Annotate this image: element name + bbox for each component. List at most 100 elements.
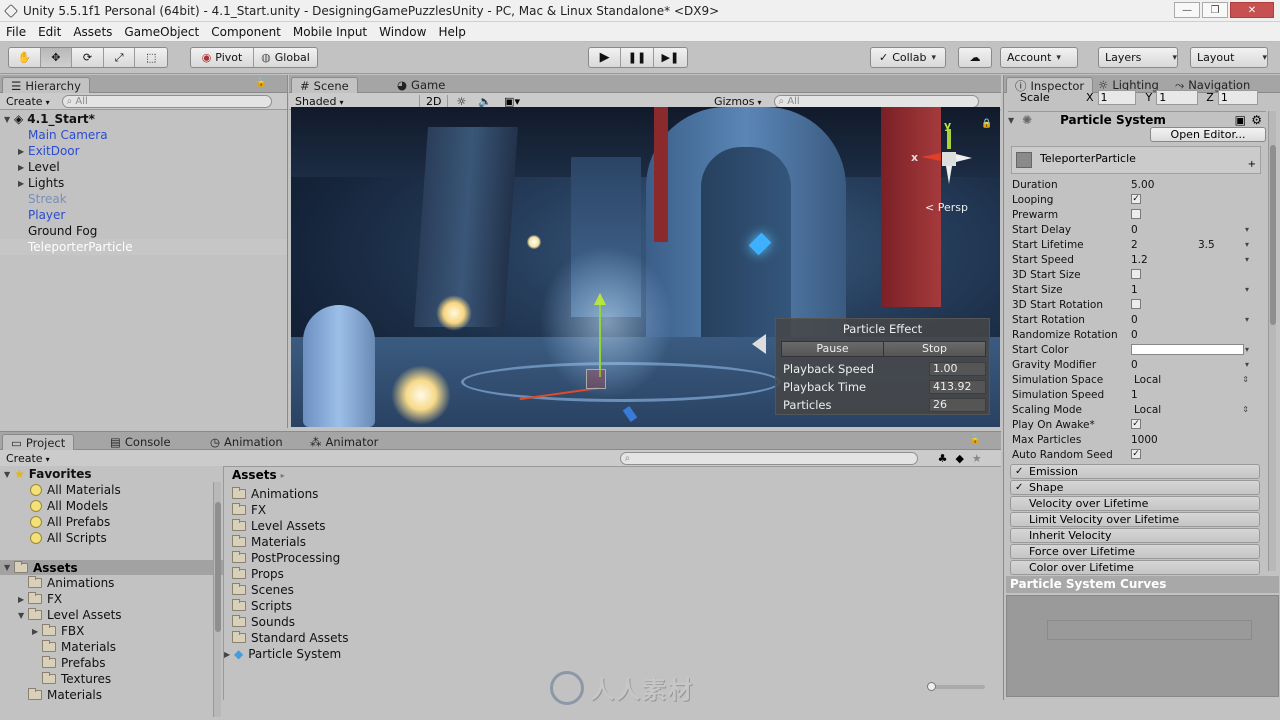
project-search-input[interactable]: ⌕	[619, 451, 918, 465]
inspector-field-value[interactable]: 0	[1131, 314, 1138, 326]
expand-arrow-icon[interactable]: ▼	[18, 611, 28, 620]
audio-toggle-icon[interactable]: 🔈	[474, 95, 496, 108]
menu-gameobject[interactable]: GameObject	[118, 25, 205, 39]
scale-z-field[interactable]: 1	[1217, 89, 1258, 105]
tab-game[interactable]: ◕ Game	[389, 77, 453, 93]
tab-animator[interactable]: ⁂ Animator	[302, 434, 386, 450]
hierarchy-item[interactable]: Streak	[0, 191, 287, 207]
pivot-button[interactable]: ◉ Pivot	[191, 48, 255, 67]
tree-folder-item[interactable]: ▼ Level Assets	[0, 607, 223, 623]
asset-item[interactable]: ▶ ◆ Particle System	[224, 646, 348, 662]
minimize-button[interactable]: —	[1174, 2, 1200, 18]
help-book-icon[interactable]: ▣	[1235, 113, 1246, 127]
cloud-icon[interactable]: ☁	[958, 47, 992, 68]
menu-help[interactable]: Help	[432, 25, 471, 39]
inspector-field-value[interactable]: Local	[1134, 404, 1161, 416]
collab-button[interactable]: ✓ Collab	[870, 47, 946, 68]
tree-scrollbar[interactable]	[213, 482, 221, 717]
component-expand-icon[interactable]: ▼	[1008, 116, 1018, 125]
rotate-tool-icon[interactable]: ⟳	[72, 48, 104, 67]
scale-tool-icon[interactable]: ⤢	[104, 48, 136, 67]
account-dropdown[interactable]: Account	[1000, 47, 1078, 68]
lock-icon[interactable]: 🔒	[256, 78, 267, 88]
asset-item[interactable]: Standard Assets	[232, 630, 348, 646]
particle-system-header[interactable]: ▼ ✺ Particle System ▣ ⚙	[1008, 111, 1266, 128]
favorite-star-icon[interactable]: ★	[972, 452, 982, 465]
tree-folder-item[interactable]: ▶ FX	[0, 591, 223, 607]
tree-folder-item[interactable]: Materials	[0, 639, 223, 655]
favorite-item[interactable]: All Materials	[0, 482, 223, 498]
favorites-expand-icon[interactable]: ▼	[4, 470, 14, 479]
module-color-over-lifetime[interactable]: Color over Lifetime	[1010, 560, 1260, 575]
gizmo-plane-handle[interactable]	[586, 369, 606, 389]
shading-dropdown[interactable]: Shaded	[289, 95, 411, 108]
pause-icon[interactable]: ❚❚	[621, 48, 654, 67]
project-create-button[interactable]: Create	[0, 452, 56, 465]
tree-folder-item[interactable]: Animations	[0, 575, 223, 591]
scene-root[interactable]: ▼ ◈ 4.1_Start*	[0, 111, 287, 127]
tab-animation[interactable]: ◷ Animation	[202, 434, 291, 450]
inspector-checkbox[interactable]	[1131, 209, 1141, 219]
scale-x-field[interactable]: 1	[1097, 89, 1136, 105]
global-button[interactable]: ◍ Global	[254, 48, 317, 67]
hierarchy-item[interactable]: ▶ ExitDoor	[0, 143, 287, 159]
menu-edit[interactable]: Edit	[32, 25, 67, 39]
layers-dropdown[interactable]: Layers	[1098, 47, 1178, 68]
tree-folder-item[interactable]: ▶ FBX	[0, 623, 223, 639]
dropdown-arrow-icon[interactable]: ⇕	[1242, 405, 1249, 414]
hierarchy-search-input[interactable]: ⌕ All	[61, 94, 272, 108]
module-force-over-lifetime[interactable]: Force over Lifetime	[1010, 544, 1260, 559]
persp-label[interactable]: < Persp	[925, 201, 968, 214]
inspector-field-value-max[interactable]: 3.5	[1198, 239, 1215, 251]
assets-header[interactable]: ▼ Assets	[0, 560, 223, 575]
dropdown-arrow-icon[interactable]: ▾	[1245, 315, 1249, 324]
particle-stop-button[interactable]: Stop	[884, 342, 985, 356]
asset-item[interactable]: Props	[232, 566, 348, 582]
expand-arrow-icon[interactable]: ▼	[4, 115, 14, 124]
module-limit-velocity-over-lifetime[interactable]: Limit Velocity over Lifetime	[1010, 512, 1260, 527]
hierarchy-create-button[interactable]: Create	[0, 95, 56, 108]
rect-tool-icon[interactable]: ⬚	[135, 48, 167, 67]
hand-tool-icon[interactable]: ✋	[9, 48, 41, 67]
start-color-swatch[interactable]	[1131, 344, 1244, 355]
dropdown-arrow-icon[interactable]: ▾	[1245, 285, 1249, 294]
asset-item[interactable]: PostProcessing	[232, 550, 348, 566]
inspector-field-value[interactable]: 1	[1131, 284, 1138, 296]
menu-file[interactable]: File	[0, 25, 32, 39]
asset-item[interactable]: Scripts	[232, 598, 348, 614]
tree-folder-item[interactable]: Materials	[0, 687, 223, 703]
inspector-field-value[interactable]: 0	[1131, 224, 1138, 236]
asset-item[interactable]: Scenes	[232, 582, 348, 598]
dropdown-arrow-icon[interactable]: ▾	[1245, 345, 1249, 354]
inspector-field-value[interactable]: 1.2	[1131, 254, 1148, 266]
expand-arrow-icon[interactable]: ▶	[32, 627, 42, 636]
hierarchy-item[interactable]: TeleporterParticle	[0, 239, 287, 255]
gizmo-y-arrow-icon[interactable]	[594, 293, 606, 305]
favorites-header[interactable]: ▼ ★ Favorites	[0, 466, 223, 482]
favorite-item[interactable]: All Scripts	[0, 530, 223, 546]
project-lock-icon[interactable]: 🔒	[970, 435, 981, 445]
menu-mobile-input[interactable]: Mobile Input	[287, 25, 373, 39]
menu-assets[interactable]: Assets	[67, 25, 118, 39]
scene-orientation-gizmo[interactable]: y x < Persp	[911, 117, 991, 214]
expand-arrow-icon[interactable]: ▶	[18, 595, 28, 604]
add-module-icon[interactable]: +	[1248, 159, 1256, 170]
icon-size-slider[interactable]	[927, 682, 985, 691]
tab-console[interactable]: ▤ Console	[102, 434, 179, 450]
module-enable-checkbox[interactable]: ✓	[1015, 466, 1025, 477]
hierarchy-item[interactable]: Player	[0, 207, 287, 223]
tree-folder-item[interactable]: Prefabs	[0, 655, 223, 671]
scene-lock-icon[interactable]: 🔒	[981, 119, 992, 129]
tab-hierarchy[interactable]: ☰ Hierarchy	[2, 77, 90, 93]
menu-window[interactable]: Window	[373, 25, 432, 39]
toggle-2d-button[interactable]: 2D	[419, 94, 449, 108]
dropdown-arrow-icon[interactable]: ▾	[1245, 360, 1249, 369]
particle-pause-button[interactable]: Pause	[782, 342, 884, 356]
scale-y-field[interactable]: 1	[1156, 89, 1199, 105]
inspector-checkbox[interactable]	[1131, 269, 1141, 279]
inspector-field-value[interactable]: 0	[1131, 329, 1138, 341]
tab-project[interactable]: ▭ Project	[2, 434, 75, 450]
effects-toggle-icon[interactable]: ▣▾	[496, 95, 528, 108]
dropdown-arrow-icon[interactable]: ▾	[1245, 225, 1249, 234]
gizmo-y-axis[interactable]	[599, 302, 601, 377]
